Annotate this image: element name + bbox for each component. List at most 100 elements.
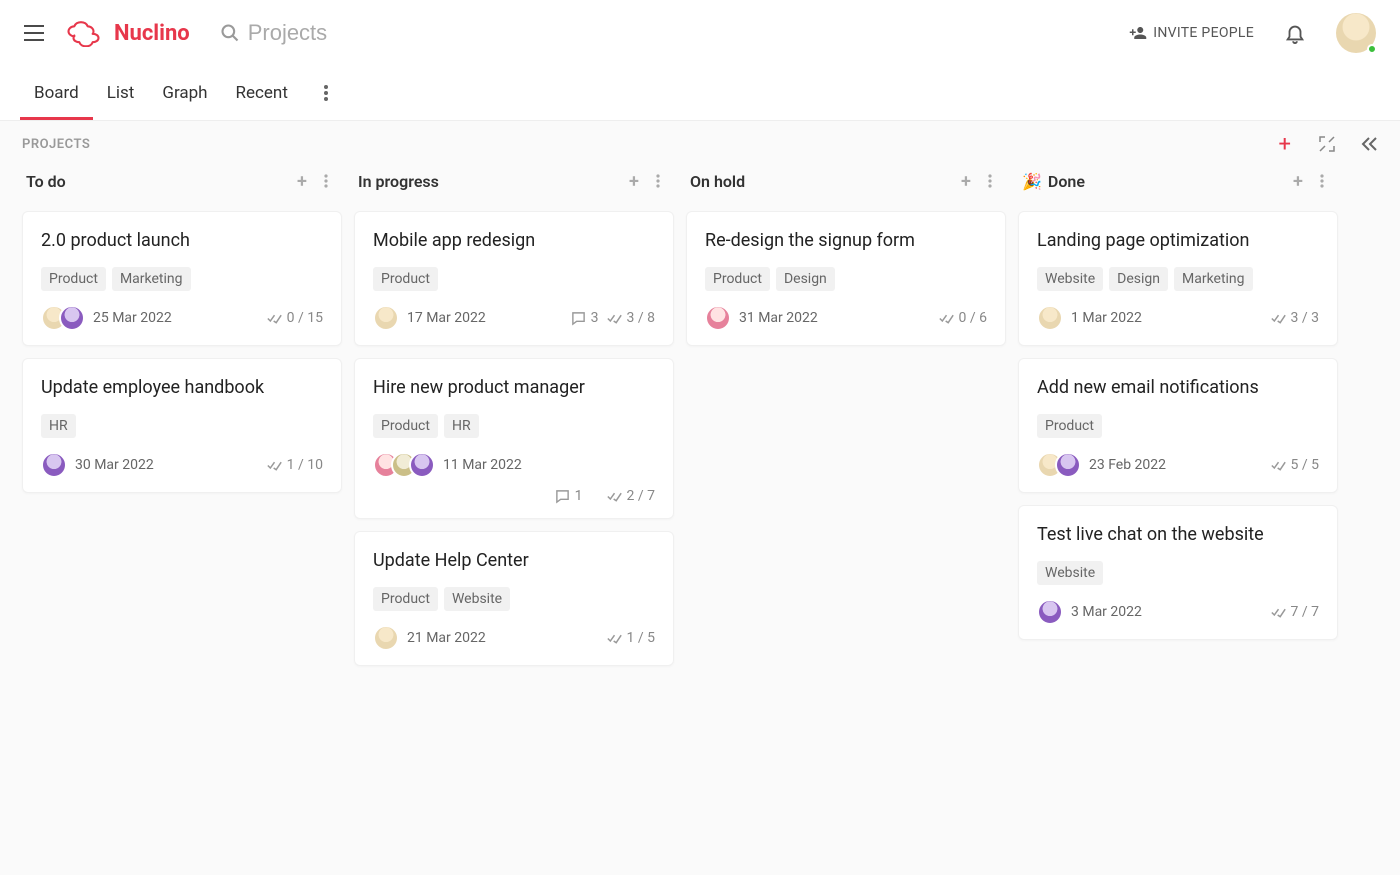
card-avatars	[41, 452, 67, 478]
checklist-icon	[607, 311, 622, 326]
card-avatars	[373, 305, 399, 331]
add-card-icon[interactable]: +	[290, 169, 314, 193]
search	[220, 20, 1130, 46]
card-title: Hire new product manager	[373, 377, 655, 398]
card[interactable]: Re-design the signup form ProductDesign …	[686, 211, 1006, 346]
tag: Marketing	[112, 267, 191, 291]
column: On hold + Re-design the signup form Prod…	[686, 163, 1006, 678]
tab-recent[interactable]: Recent	[236, 66, 288, 120]
card-tasks: 0 / 15	[267, 310, 323, 326]
card[interactable]: Test live chat on the website Website 3 …	[1018, 505, 1338, 640]
card-tags: Product	[373, 267, 655, 291]
add-button-icon[interactable]: +	[1276, 135, 1294, 153]
card-tags: Product	[1037, 414, 1319, 438]
tag: HR	[41, 414, 76, 438]
card-avatars	[1037, 305, 1063, 331]
column-more-icon[interactable]	[1310, 169, 1334, 193]
tab-board[interactable]: Board	[34, 66, 79, 120]
search-input[interactable]	[248, 20, 448, 46]
tab-list[interactable]: List	[107, 66, 135, 120]
card-date: 1 Mar 2022	[1071, 310, 1142, 326]
person-add-icon	[1129, 24, 1147, 42]
add-card-icon[interactable]: +	[1286, 169, 1310, 193]
checklist-icon	[1271, 458, 1286, 473]
card-tags: ProductDesign	[705, 267, 987, 291]
collapse-icon[interactable]	[1360, 135, 1378, 153]
avatar	[1037, 305, 1063, 331]
tag: Design	[776, 267, 835, 291]
card-avatars	[373, 625, 399, 651]
more-tabs-icon[interactable]	[316, 85, 336, 101]
column-header: In progress +	[354, 163, 674, 211]
add-card-icon[interactable]: +	[622, 169, 646, 193]
column-title: On hold	[690, 172, 745, 191]
search-icon[interactable]	[220, 23, 240, 43]
logo[interactable]: Nuclino	[66, 19, 190, 47]
tag: HR	[444, 414, 479, 438]
card-tasks: 3 / 3	[1271, 310, 1319, 326]
card-date: 31 Mar 2022	[739, 310, 818, 326]
avatar	[373, 305, 399, 331]
card-date: 23 Feb 2022	[1089, 457, 1166, 473]
card[interactable]: Hire new product manager ProductHR 11 Ma…	[354, 358, 674, 519]
card[interactable]: Mobile app redesign Product 17 Mar 2022 …	[354, 211, 674, 346]
card-title: Landing page optimization	[1037, 230, 1319, 251]
column-more-icon[interactable]	[646, 169, 670, 193]
card[interactable]: Update Help Center ProductWebsite 21 Mar…	[354, 531, 674, 666]
card-tasks: 1 / 10	[267, 457, 323, 473]
view-tabs: Board List Graph Recent	[0, 66, 1400, 120]
card-tags: ProductWebsite	[373, 587, 655, 611]
tag: Product	[41, 267, 106, 291]
card-meta: 23 Feb 2022 5 / 5	[1037, 452, 1319, 478]
checklist-icon	[607, 631, 622, 646]
avatar	[705, 305, 731, 331]
card-date: 17 Mar 2022	[407, 310, 486, 326]
board-header: PROJECTS +	[22, 135, 1378, 153]
card[interactable]: Update employee handbook HR 30 Mar 2022 …	[22, 358, 342, 493]
card-tags: WebsiteDesignMarketing	[1037, 267, 1319, 291]
card-title: Mobile app redesign	[373, 230, 655, 251]
column-header: On hold +	[686, 163, 1006, 211]
column-header: 🎉 Done +	[1018, 163, 1338, 211]
checklist-icon	[939, 311, 954, 326]
avatar	[373, 625, 399, 651]
card-meta: 17 Mar 2022 3 3 / 8	[373, 305, 655, 331]
card-date: 3 Mar 2022	[1071, 604, 1142, 620]
bell-icon[interactable]	[1284, 22, 1306, 44]
card[interactable]: Add new email notifications Product 23 F…	[1018, 358, 1338, 493]
column-emoji: 🎉	[1022, 172, 1042, 191]
tag: Product	[373, 414, 438, 438]
card[interactable]: Landing page optimization WebsiteDesignM…	[1018, 211, 1338, 346]
avatar	[1037, 599, 1063, 625]
card-tags: HR	[41, 414, 323, 438]
user-avatar[interactable]	[1336, 13, 1376, 53]
column-more-icon[interactable]	[314, 169, 338, 193]
tag: Product	[373, 587, 438, 611]
card-tasks: 5 / 5	[1271, 457, 1319, 473]
tag: Product	[1037, 414, 1102, 438]
card[interactable]: 2.0 product launch ProductMarketing 25 M…	[22, 211, 342, 346]
column-header: To do +	[22, 163, 342, 211]
avatar	[1055, 452, 1081, 478]
fit-icon[interactable]	[1318, 135, 1336, 153]
card-tasks: 7 / 7	[1271, 604, 1319, 620]
card-tags: ProductMarketing	[41, 267, 323, 291]
column-more-icon[interactable]	[978, 169, 1002, 193]
comment-icon	[571, 311, 586, 326]
invite-button[interactable]: INVITE PEOPLE	[1129, 24, 1254, 42]
card-tasks: 2 / 7	[607, 488, 655, 504]
checklist-icon	[1271, 605, 1286, 620]
tab-graph[interactable]: Graph	[162, 66, 207, 120]
tag: Product	[705, 267, 770, 291]
avatar	[59, 305, 85, 331]
menu-icon[interactable]	[24, 21, 48, 45]
column-title: To do	[26, 172, 66, 191]
avatar	[41, 452, 67, 478]
logo-text: Nuclino	[114, 21, 190, 46]
column: To do + 2.0 product launch ProductMarket…	[22, 163, 342, 678]
add-card-icon[interactable]: +	[954, 169, 978, 193]
columns: To do + 2.0 product launch ProductMarket…	[22, 163, 1378, 678]
column: In progress + Mobile app redesign Produc…	[354, 163, 674, 678]
card-meta: 21 Mar 2022 1 / 5	[373, 625, 655, 651]
card-tasks: 1 / 5	[607, 630, 655, 646]
